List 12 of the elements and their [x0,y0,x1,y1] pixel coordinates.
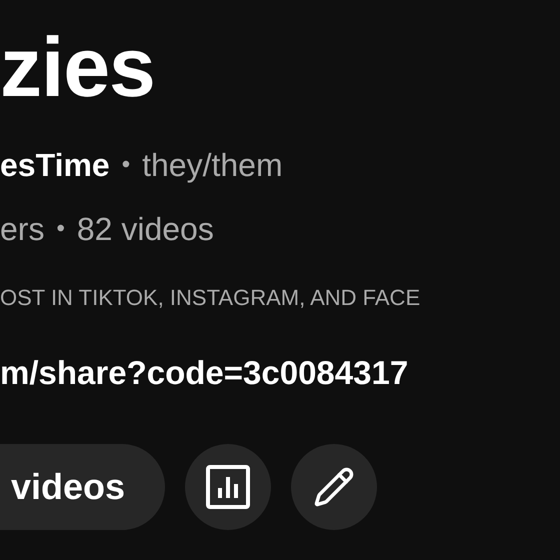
channel-link[interactable]: m/share?code=3c0084317 [0,348,408,398]
channel-title: zies [0,22,156,112]
separator: • [122,150,130,180]
separator: • [56,214,65,244]
subscriber-count: ers [0,210,44,249]
videos-button[interactable]: videos [0,444,166,530]
channel-handle: esTime [0,146,110,185]
bar-chart-icon [205,464,252,510]
pronouns: they/them [142,146,283,185]
video-count: 82 videos [76,210,214,249]
pencil-icon [313,466,356,508]
channel-description: OST IN TIKTOK, INSTAGRAM, AND FACE [0,284,420,312]
